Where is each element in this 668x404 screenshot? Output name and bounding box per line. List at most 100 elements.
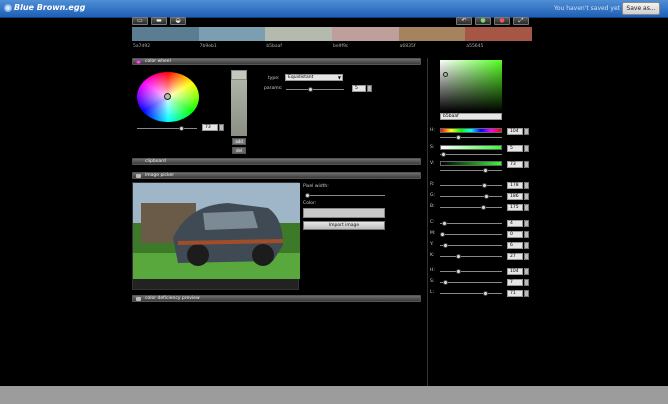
hsv-v-gradient[interactable] [440, 161, 502, 166]
saturation-value-picker[interactable] [440, 60, 502, 112]
import-image-button[interactable]: Import image [303, 221, 385, 230]
hsl-l-knob[interactable] [483, 291, 488, 296]
color-deficiency-title: color deficiency preview [145, 296, 200, 301]
palette-swatch[interactable] [198, 27, 266, 41]
rgb-g-slider[interactable] [440, 194, 502, 199]
rgb-r-field[interactable]: 178 [507, 182, 523, 189]
cmyk-m-knob[interactable] [440, 232, 445, 237]
palette-swatch[interactable] [465, 27, 532, 41]
image-picker-title: image picker [145, 173, 175, 178]
pixel-width-slider-knob[interactable] [305, 193, 310, 198]
hsl-l-field[interactable]: 71 [507, 290, 523, 297]
cmyk-c-field[interactable]: 4 [507, 220, 523, 227]
palette-button[interactable]: ● [494, 17, 510, 25]
undo-button[interactable]: ↶ [456, 17, 472, 25]
cmyk-m-slider[interactable] [440, 232, 502, 237]
hsv-s-gradient[interactable] [440, 145, 502, 150]
cmyk-m-label: M: [430, 231, 436, 236]
palette-preview-selected[interactable] [231, 70, 247, 80]
palette-swatch[interactable] [132, 27, 199, 41]
hsv-s-knob[interactable] [441, 152, 446, 157]
fullscreen-button[interactable]: ⤢ [513, 17, 529, 25]
cmyk-k-knob[interactable] [456, 254, 461, 259]
hsl-h-slider[interactable] [440, 269, 502, 274]
cmyk-y-spinner[interactable] [524, 242, 529, 249]
cmyk-c-slider[interactable] [440, 221, 502, 226]
rgb-g-knob[interactable] [484, 194, 489, 199]
palette-swatch[interactable] [265, 27, 332, 41]
params-field[interactable]: 5 [352, 85, 366, 92]
rgb-b-knob[interactable] [481, 205, 486, 210]
cmyk-y-field[interactable]: 6 [507, 242, 523, 249]
rgb-b-field[interactable]: 175 [507, 204, 523, 211]
clipboard-panel-header[interactable]: clipboard [132, 158, 421, 165]
hsv-s-field[interactable]: 5 [507, 145, 523, 152]
hsl-s-field[interactable]: 7 [507, 279, 523, 286]
new-button[interactable]: ▭ [132, 17, 148, 25]
brightness-spinner[interactable] [219, 124, 224, 131]
rgb-g-field[interactable]: 186 [507, 193, 523, 200]
params-spinner[interactable] [367, 85, 372, 92]
hsl-s-slider[interactable] [440, 280, 502, 285]
cmyk-y-slider[interactable] [440, 243, 502, 248]
rgb-b-slider[interactable] [440, 205, 502, 210]
hsl-h-knob[interactable] [456, 269, 461, 274]
selected-hex-field[interactable]: b5baaf [440, 113, 502, 120]
rgb-b-spinner[interactable] [524, 204, 529, 211]
hsl-h-spinner[interactable] [524, 268, 529, 275]
params-slider-knob[interactable] [308, 87, 313, 92]
hsv-h-knob[interactable] [456, 135, 461, 140]
cmyk-m-field[interactable]: 0 [507, 231, 523, 238]
hsv-h-gradient[interactable] [440, 128, 502, 133]
cmyk-c-knob[interactable] [442, 221, 447, 226]
hsv-v-slider[interactable] [440, 168, 502, 173]
palette-swatch[interactable] [332, 27, 399, 41]
hsv-v-knob[interactable] [483, 168, 488, 173]
color-wheel[interactable] [137, 72, 199, 122]
brightness-field[interactable]: 73 [202, 124, 218, 131]
hsv-v-spinner[interactable] [524, 161, 529, 168]
brightness-slider[interactable] [137, 126, 197, 131]
folder-button[interactable]: ◒ [170, 17, 186, 25]
save-as-button[interactable]: Save as... [622, 2, 660, 15]
open-button[interactable]: ▬ [151, 17, 167, 25]
color-wheel-panel-header[interactable]: color wheel [132, 58, 421, 65]
cmyk-y-label: Y: [430, 242, 434, 247]
car-image[interactable] [133, 183, 300, 279]
hsv-v-field[interactable]: 73 [507, 161, 523, 168]
rgb-r-knob[interactable] [482, 183, 487, 188]
hsv-s-slider[interactable] [440, 152, 502, 157]
cmyk-m-spinner[interactable] [524, 231, 529, 238]
hsl-l-slider[interactable] [440, 291, 502, 296]
pixel-width-slider[interactable] [305, 193, 385, 198]
rgb-r-slider[interactable] [440, 183, 502, 188]
type-select[interactable]: Equidistant ▼ [285, 74, 343, 81]
hsv-h-spinner[interactable] [524, 128, 529, 135]
cmyk-k-slider[interactable] [440, 254, 502, 259]
image-picker-panel-header[interactable]: image picker [132, 172, 421, 179]
hsl-l-spinner[interactable] [524, 290, 529, 297]
image-preview-frame [132, 182, 300, 290]
hsl-s-knob[interactable] [443, 280, 448, 285]
cmyk-y-knob[interactable] [443, 243, 448, 248]
palette-swatch[interactable] [398, 27, 466, 41]
remove-color-button[interactable]: del [232, 147, 246, 154]
hsv-h-slider[interactable] [440, 135, 502, 140]
redo-button[interactable]: ● [475, 17, 491, 25]
add-color-button[interactable]: add [232, 138, 246, 145]
color-wheel-marker[interactable] [164, 93, 171, 100]
cmyk-c-spinner[interactable] [524, 220, 529, 227]
rgb-g-spinner[interactable] [524, 193, 529, 200]
brightness-slider-knob[interactable] [179, 126, 184, 131]
params-slider[interactable] [286, 87, 344, 92]
sv-marker[interactable] [443, 72, 448, 77]
status-bar [0, 386, 668, 404]
cmyk-k-spinner[interactable] [524, 253, 529, 260]
hsl-s-spinner[interactable] [524, 279, 529, 286]
hsv-s-spinner[interactable] [524, 145, 529, 152]
hsv-h-field[interactable]: 104 [507, 128, 523, 135]
rgb-r-spinner[interactable] [524, 182, 529, 189]
cmyk-k-field[interactable]: 27 [507, 253, 523, 260]
color-deficiency-panel-header[interactable]: color deficiency preview [132, 295, 421, 302]
hsl-h-field[interactable]: 104 [507, 268, 523, 275]
